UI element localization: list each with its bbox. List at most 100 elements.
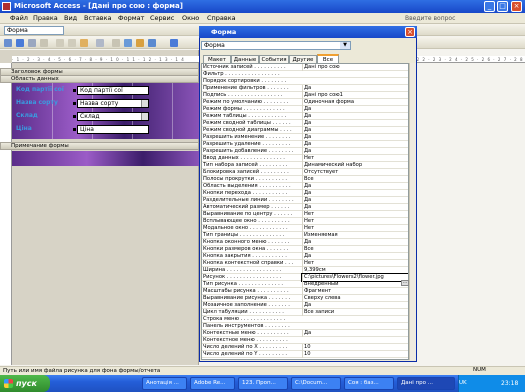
property-value[interactable]: C:\pictures\Flowers2\flower.jpg [301,273,408,282]
property-row[interactable]: Кнопка закрытия . . . . . . . . . . . Да [202,253,408,260]
property-row[interactable]: Режим формы . . . . . . . . . . . . . Да [202,106,408,113]
property-row[interactable]: Контекстное меню . . . . . . . . . . [202,337,408,344]
restore-icon[interactable]: □ [497,1,508,12]
property-value[interactable]: Нет [302,155,408,162]
access-app-icon[interactable] [2,2,11,11]
property-value[interactable]: Да [302,190,408,197]
code-icon[interactable] [148,39,156,47]
detail-section[interactable]: Область данных [0,75,199,83]
undo-icon[interactable] [96,39,104,47]
property-row[interactable]: Режим сводной диаграммы . . . . Да [202,127,408,134]
properties-title[interactable]: Форма [199,26,417,38]
property-row[interactable]: Число делений по Y . . . . . . . . . 10 [202,351,408,358]
field-price[interactable]: Ціна [77,125,149,134]
move-handle[interactable] [73,128,76,131]
property-value[interactable]: Все записи [302,309,408,316]
property-row[interactable]: Область выделения . . . . . . . . . . Да [202,183,408,190]
property-value[interactable]: Все [302,246,408,253]
menu-file[interactable]: Файл [10,14,28,23]
property-value[interactable]: 10 [302,351,408,358]
property-row[interactable]: Разрешить изменение . . . . . . . . Да [202,134,408,141]
property-value[interactable]: Да [302,120,408,127]
property-value[interactable]: Да [302,134,408,141]
field-batch-code[interactable]: Код партії сої [77,86,149,95]
taskbar-item[interactable]: Соя : баз... [344,377,394,390]
property-row[interactable]: Полосы прокрутки . . . . . . . . . . Все [202,176,408,183]
property-row[interactable]: Кнопки перехода . . . . . . . . . . . Да [202,190,408,197]
taskbar-item[interactable]: Анотація ... [142,377,187,390]
menu-window[interactable]: Окно [182,14,199,23]
property-value[interactable]: Динамический набор [302,162,408,169]
language-indicator[interactable]: UK [459,380,467,386]
minimize-icon[interactable]: _ [484,1,495,12]
field-warehouse[interactable]: Склад [77,112,149,121]
toolbox-icon[interactable] [124,39,132,47]
property-row[interactable]: Порядок сортировки . . . . . . . . [202,78,408,85]
property-row[interactable]: Применение фильтров . . . . . . . Да [202,85,408,92]
property-value[interactable]: Да [302,204,408,211]
property-value[interactable]: Отсутствует [302,169,408,176]
property-value[interactable]: Да [302,127,408,134]
taskbar-item[interactable]: Adobe Re... [190,377,235,390]
property-row[interactable]: Подпись . . . . . . . . . . . . . . . . … [202,92,408,99]
property-value[interactable]: Да [302,330,408,337]
cut-icon[interactable] [56,39,64,47]
property-value[interactable]: Нет [302,218,408,225]
property-row[interactable]: Кнопки размеров окна . . . . . . . Все [202,246,408,253]
property-value[interactable]: Да [302,148,408,155]
property-value[interactable]: Изменяемая [302,232,408,239]
menu-tools[interactable]: Сервис [150,14,174,23]
properties-scrollbar[interactable] [409,63,416,360]
property-value[interactable]: 9,399см [302,267,408,274]
field-list-icon[interactable] [112,39,120,47]
property-row[interactable]: Модальное окно . . . . . . . . . . . . Не… [202,225,408,232]
move-handle[interactable] [73,89,76,92]
view-icon[interactable] [4,39,12,47]
close-icon[interactable]: × [511,1,522,12]
property-value[interactable]: Да [302,141,408,148]
property-value[interactable]: Да [302,106,408,113]
menu-help[interactable]: Справка [207,14,236,23]
menu-view[interactable]: Вид [64,14,77,23]
property-row[interactable]: Выравнивание рисунка . . . . . . . Сверху… [202,295,408,302]
menu-edit[interactable]: Правка [33,14,58,23]
property-row[interactable]: Разрешить добавление . . . . . . . . Да [202,148,408,155]
menu-format[interactable]: Формат [118,14,144,23]
property-row[interactable]: Кнопка оконного меню . . . . . . . Да [202,239,408,246]
property-value[interactable]: Дані про сою [302,64,408,71]
property-value[interactable]: Да [302,183,408,190]
chevron-down-icon[interactable]: ▼ [340,42,350,49]
property-value[interactable]: Да [302,253,408,260]
property-row[interactable]: Режим таблицы . . . . . . . . . . . . Да [202,113,408,120]
properties-icon[interactable] [136,39,144,47]
menu-insert[interactable]: Вставка [84,14,112,23]
property-value[interactable]: Одиночная форма [302,99,408,106]
save-icon[interactable] [16,39,24,47]
property-row[interactable]: Рисунок . . . . . . . . . . . . . . . . … [202,273,408,282]
field-label-price[interactable]: Ціна [16,125,32,133]
property-row[interactable]: Контекстные меню . . . . . . . . . . Да [202,330,408,337]
paste-icon[interactable] [80,39,88,47]
field-label-variety[interactable]: Назва сорту [16,99,58,107]
property-value[interactable]: Внедренный [302,281,408,288]
copy-icon[interactable] [68,39,76,47]
property-row[interactable]: Панель инструментов . . . . . . . . [202,323,408,330]
property-row[interactable]: Мозаичное заполнение . . . . . . . Да [202,302,408,309]
property-value[interactable]: Да [302,113,408,120]
close-icon[interactable]: × [405,27,415,37]
move-handle[interactable] [73,102,76,105]
search-icon[interactable] [28,39,36,47]
property-value[interactable]: Нет [302,225,408,232]
property-row[interactable]: Тип рисунка . . . . . . . . . . . . . . В… [202,281,408,288]
print-icon[interactable] [40,39,48,47]
property-row[interactable]: Ввод данных . . . . . . . . . . . . . . Н… [202,155,408,162]
property-row[interactable]: Режим по умолчанию . . . . . . . . Одиноч… [202,99,408,106]
taskbar-item-active[interactable]: Дані про ... [397,377,455,390]
property-value[interactable]: Да [302,239,408,246]
property-row[interactable]: Тип границы . . . . . . . . . . . . . . И… [202,232,408,239]
property-row[interactable]: Выравнивание по центру . . . . . . Нет [202,211,408,218]
property-row[interactable]: Цикл табуляции . . . . . . . . . . . Все … [202,309,408,316]
object-selector[interactable]: Форма [201,41,351,50]
taskbar-item[interactable]: C:\Docum... [291,377,341,390]
property-row[interactable]: Всплывающее окно . . . . . . . . . . Нет [202,218,408,225]
